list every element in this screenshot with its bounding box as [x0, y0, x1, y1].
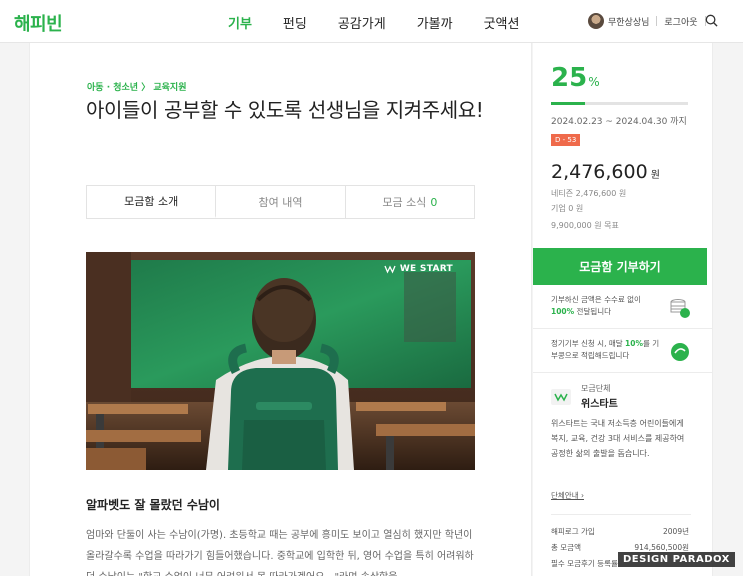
bean-icon: [671, 343, 689, 361]
regular-info-text: 정기기부 신청 시, 매달 10%를 기부콩으로 적립해드립니다: [551, 338, 666, 362]
tab-label: 모금함 소개: [124, 195, 179, 208]
amount-unit: 원: [650, 170, 660, 181]
nav-item-good-action[interactable]: 굿액션: [484, 13, 520, 32]
org-logo[interactable]: [551, 389, 571, 405]
page-title: 아이들이 공부할 수 있도록 선생님을 지켜주세요!: [86, 98, 484, 122]
coins-icon: [670, 299, 690, 318]
watermark-text: WE START: [399, 264, 453, 274]
stat-row: 해피로그 가입 2009년: [551, 526, 689, 537]
happybean-logo[interactable]: 해피빈: [14, 10, 63, 36]
info-highlight: 100%: [551, 307, 575, 316]
org-description: 위스타트는 국내 저소득층 어린이들에게 복지, 교육, 건강 3대 서비스를 …: [551, 419, 685, 458]
netizen-amount: 네티즌 2,476,600 원: [551, 189, 627, 198]
percent-value: 25: [551, 63, 588, 93]
progress-bar: [551, 102, 688, 105]
campaign-tabs: 모금함 소개 참여 내역 모금 소식 0: [86, 185, 475, 219]
info-text: 전달됩니다: [574, 307, 612, 316]
main-nav: 기부 펀딩 공감가게 가볼까 굿액션: [228, 13, 550, 32]
dday-badge: D - 53: [551, 134, 581, 146]
logout-link[interactable]: 로그아웃: [664, 15, 697, 28]
design-paradox-watermark: DESIGN PARADOX: [618, 552, 735, 567]
info-text: 기부하신 금액은 수수료 없이: [551, 295, 641, 304]
amount-value: 2,476,600: [551, 161, 648, 183]
org-name[interactable]: 위스타트: [581, 395, 618, 410]
info-text: 정기기부 신청 시, 매달: [551, 339, 626, 348]
stat-label: 총 모금액: [551, 543, 581, 552]
tab-introduction[interactable]: 모금함 소개: [87, 186, 217, 218]
percent-unit: %: [588, 75, 600, 89]
divider: [551, 514, 691, 515]
campaign-content: 아동 · 청소년 〉 교육지원 아이들이 공부할 수 있도록 선생님을 지켜주세…: [29, 43, 532, 576]
raised-amount: 2,476,600 원: [551, 161, 660, 183]
tab-label: 참여 내역: [258, 196, 303, 209]
nav-item-donate[interactable]: 기부: [228, 13, 252, 32]
story-heading: 알파벳도 잘 몰랐던 수남이: [86, 498, 220, 512]
info-highlight: 10%: [625, 339, 643, 348]
tab-count: 0: [430, 195, 438, 209]
we-start-watermark: WE START: [384, 264, 453, 274]
search-icon[interactable]: [705, 14, 718, 27]
user-name[interactable]: 무한상상님: [608, 15, 649, 28]
fee-info: 기부하신 금액은 수수료 없이 100% 전달됩니다: [533, 287, 713, 329]
nav-item-trip[interactable]: 가볼까: [417, 13, 453, 32]
progress-fill: [551, 102, 586, 105]
stat-value: 2009년: [663, 527, 689, 536]
org-info-link[interactable]: 단체안내 ›: [551, 490, 584, 501]
nav-item-funding[interactable]: 펀딩: [283, 13, 307, 32]
goal-amount: 9,900,000 원 목표: [551, 221, 619, 230]
tab-label: 모금 소식: [382, 196, 427, 209]
top-header: 해피빈 기부 펀딩 공감가게 가볼까 굿액션 무한상상님 로그아웃: [0, 0, 743, 43]
avatar[interactable]: [588, 13, 604, 29]
story-text: 엄마와 단둘이 사는 수남이(가명). 초등학교 때는 공부에 흥미도 보이고 …: [86, 530, 474, 576]
nav-item-store[interactable]: 공감가게: [338, 13, 386, 32]
we-start-logo-icon: [384, 265, 396, 274]
stat-label: 해피로그 가입: [551, 527, 595, 536]
donation-sidebar: 25% 2024.02.23 ~ 2024.04.30 까지 D - 53 2,…: [533, 43, 713, 576]
donate-button[interactable]: 모금함 기부하기: [533, 248, 707, 285]
company-amount: 기업 0 원: [551, 204, 584, 213]
tab-news[interactable]: 모금 소식 0: [345, 186, 474, 218]
tab-participation[interactable]: 참여 내역: [216, 186, 346, 218]
campaign-period: 2024.02.23 ~ 2024.04.30 까지: [551, 117, 687, 127]
user-area: 무한상상님 로그아웃: [588, 13, 713, 29]
regular-donation-info: 정기기부 신청 시, 매달 10%를 기부콩으로 적립해드립니다: [533, 331, 713, 373]
category-breadcrumb[interactable]: 아동 · 청소년 〉 교육지원: [87, 80, 186, 93]
classroom-illustration: [86, 252, 475, 470]
we-start-logo-icon: [554, 393, 568, 402]
progress-percent: 25%: [551, 63, 600, 93]
divider: [656, 16, 658, 26]
org-label: 모금단체: [581, 384, 611, 393]
stat-label: 필수 모금후기 등록률: [551, 559, 618, 568]
fee-info-text: 기부하신 금액은 수수료 없이 100% 전달됩니다: [551, 294, 666, 318]
campaign-hero-image: WE START: [86, 252, 475, 470]
